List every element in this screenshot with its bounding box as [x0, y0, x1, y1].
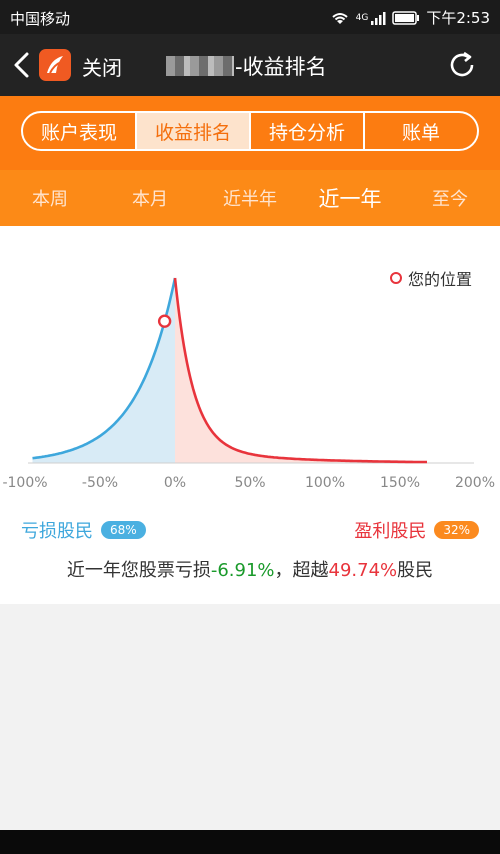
app-logo-icon: [39, 49, 71, 81]
x-tick-label: -50%: [82, 475, 118, 491]
position-legend-label: 您的位置: [407, 270, 472, 289]
period-one-year[interactable]: 近一年: [300, 170, 400, 226]
x-tick-label: 100%: [305, 475, 345, 491]
network-label: 4G: [355, 12, 369, 23]
tab-return-ranking[interactable]: 收益排名: [137, 113, 251, 149]
loss-label: 亏损股民: [21, 521, 93, 542]
clock-label: 下午2:53: [426, 9, 490, 27]
tab-holdings-analysis[interactable]: 持仓分析: [251, 113, 365, 149]
position-legend: 您的位置: [389, 266, 472, 290]
wifi-icon: [331, 12, 348, 24]
period-selector: 本周 本月 近半年 近一年 至今: [0, 170, 500, 226]
status-icons: 4G 下午2:53: [330, 7, 490, 28]
gain-label: 盈利股民: [354, 521, 427, 542]
status-bar: 中国移动 4G 下午2:53: [0, 0, 500, 34]
gain-investors: 盈利股民 32%: [354, 517, 479, 543]
page-title: -收益排名: [235, 55, 327, 79]
gain-curve: [173, 277, 427, 464]
tab-bar: 账户表现 收益排名 持仓分析 账单: [0, 96, 500, 170]
position-dot-icon: [389, 272, 402, 284]
signal-icon: [371, 11, 386, 25]
period-to-date[interactable]: 至今: [400, 170, 500, 226]
x-tick-label: 200%: [455, 475, 495, 491]
tab-statement[interactable]: 账单: [365, 113, 477, 149]
x-tick-label: 0%: [164, 475, 186, 491]
x-axis-ticks: -100% -50% 0% 50% 100% 150% 200%: [2, 475, 495, 491]
summary-middle: ，超越: [274, 560, 329, 581]
close-button[interactable]: 关闭: [82, 52, 122, 81]
period-this-week[interactable]: 本周: [0, 170, 100, 226]
loss-percent-badge: 68%: [101, 521, 146, 539]
loss-investors: 亏损股民 68%: [21, 517, 146, 543]
system-nav-bar: [0, 830, 500, 854]
summary-suffix: 股民: [397, 560, 434, 581]
gain-percent-badge: 32%: [434, 521, 479, 539]
gain-area: [175, 278, 427, 463]
summary-prefix: 近一年您股票亏损: [66, 560, 211, 581]
x-tick-label: -100%: [2, 475, 47, 491]
x-tick-label: 50%: [234, 475, 265, 491]
return-value: -6.91%: [210, 560, 275, 581]
account-name-redacted: [166, 56, 234, 76]
carrier-label: 中国移动: [10, 10, 71, 28]
ranking-card: -100% -50% 0% 50% 100% 150% 200% 您的位置 亏损股民 68%…: [0, 226, 500, 604]
tab-account-performance[interactable]: 账户表现: [23, 113, 137, 149]
period-this-month[interactable]: 本月: [100, 170, 200, 226]
chevron-left-icon[interactable]: [10, 50, 34, 80]
refresh-icon[interactable]: [446, 49, 478, 81]
segmented-tabs: 账户表现 收益排名 持仓分析 账单: [21, 111, 479, 151]
battery-icon: [392, 10, 420, 25]
loss-area: [32, 278, 175, 463]
summary-text: 近一年您股票亏损-6.91%，超越49.74%股民: [0, 556, 500, 582]
title-bar: 关闭 -收益排名: [0, 34, 500, 96]
user-position-marker: [157, 314, 172, 328]
period-half-year[interactable]: 近半年: [200, 170, 300, 226]
beat-value: 49.74%: [328, 560, 398, 581]
x-tick-label: 150%: [380, 475, 420, 491]
